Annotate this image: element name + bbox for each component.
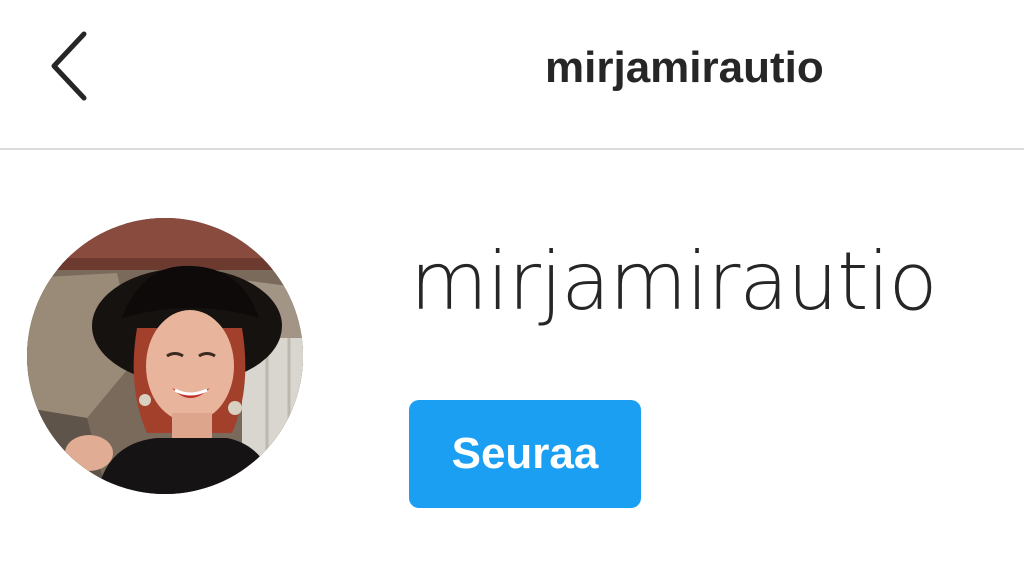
avatar[interactable] [27, 218, 303, 494]
top-bar: mirjamirautio [0, 0, 1024, 150]
follow-button[interactable]: Seuraa [409, 400, 641, 508]
profile-username: mirjamirautio [410, 235, 938, 328]
profile-photo [27, 218, 303, 494]
page-title: mirjamirautio [545, 43, 824, 92]
